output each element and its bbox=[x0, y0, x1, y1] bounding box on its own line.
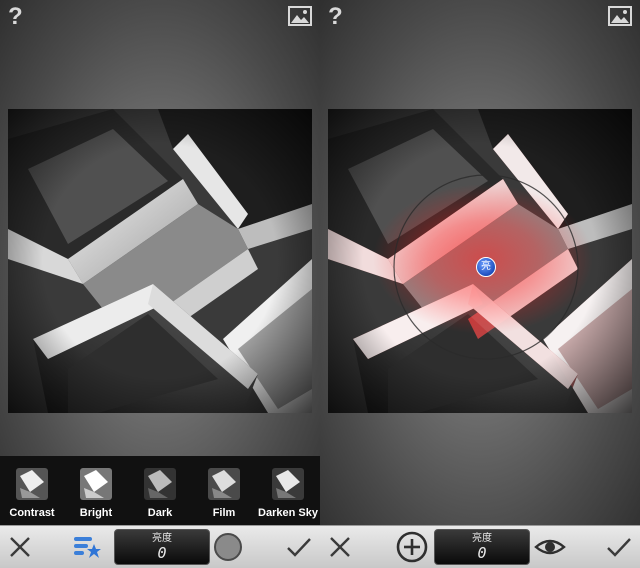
filter-contrast[interactable]: Contrast bbox=[2, 464, 62, 522]
filter-dark[interactable]: Dark bbox=[130, 464, 190, 522]
control-point[interactable]: 亮 bbox=[476, 257, 496, 277]
confirm-icon[interactable] bbox=[602, 530, 636, 564]
filter-strip: Contrast Bright Dark Film Darken Sky bbox=[0, 456, 320, 525]
adjustment-value: 0 bbox=[157, 544, 167, 562]
filter-bright[interactable]: Bright bbox=[66, 464, 126, 522]
filter-dark-icon bbox=[144, 468, 176, 500]
close-icon[interactable] bbox=[3, 530, 37, 564]
photo-canvas[interactable] bbox=[8, 109, 312, 413]
filter-film-icon bbox=[208, 468, 240, 500]
filter-contrast-icon bbox=[16, 468, 48, 500]
circle-tool-icon[interactable] bbox=[211, 530, 245, 564]
gallery-icon[interactable] bbox=[288, 6, 312, 26]
bottom-toolbar-left: 亮度 0 bbox=[0, 525, 320, 568]
eye-icon[interactable] bbox=[533, 530, 567, 564]
close-icon[interactable] bbox=[323, 530, 357, 564]
adjustment-value-display: 亮度 0 bbox=[434, 529, 530, 565]
bottom-toolbar-right: 亮度 0 bbox=[320, 525, 640, 568]
filter-darken-sky-icon bbox=[272, 468, 304, 500]
help-icon[interactable]: ? bbox=[328, 4, 343, 30]
gallery-icon[interactable] bbox=[608, 6, 632, 26]
filter-bright-icon bbox=[80, 468, 112, 500]
photo-canvas[interactable]: 亮 bbox=[328, 109, 632, 413]
photo-image bbox=[8, 109, 312, 413]
adjustment-value-display: 亮度 0 bbox=[114, 529, 210, 565]
editor-pane-right: ? 亮 bbox=[320, 0, 640, 525]
adjustment-value: 0 bbox=[477, 544, 487, 562]
add-point-icon[interactable] bbox=[395, 530, 429, 564]
confirm-icon[interactable] bbox=[282, 530, 316, 564]
filter-label: Darken Sky bbox=[258, 507, 318, 519]
help-icon[interactable]: ? bbox=[8, 4, 23, 30]
editor-pane-left: ? Contrast Bright Dark Film Darken Sky bbox=[0, 0, 320, 525]
filter-film[interactable]: Film bbox=[194, 464, 254, 522]
filter-darken-sky[interactable]: Darken Sky bbox=[258, 464, 318, 522]
presets-icon[interactable] bbox=[70, 530, 104, 564]
